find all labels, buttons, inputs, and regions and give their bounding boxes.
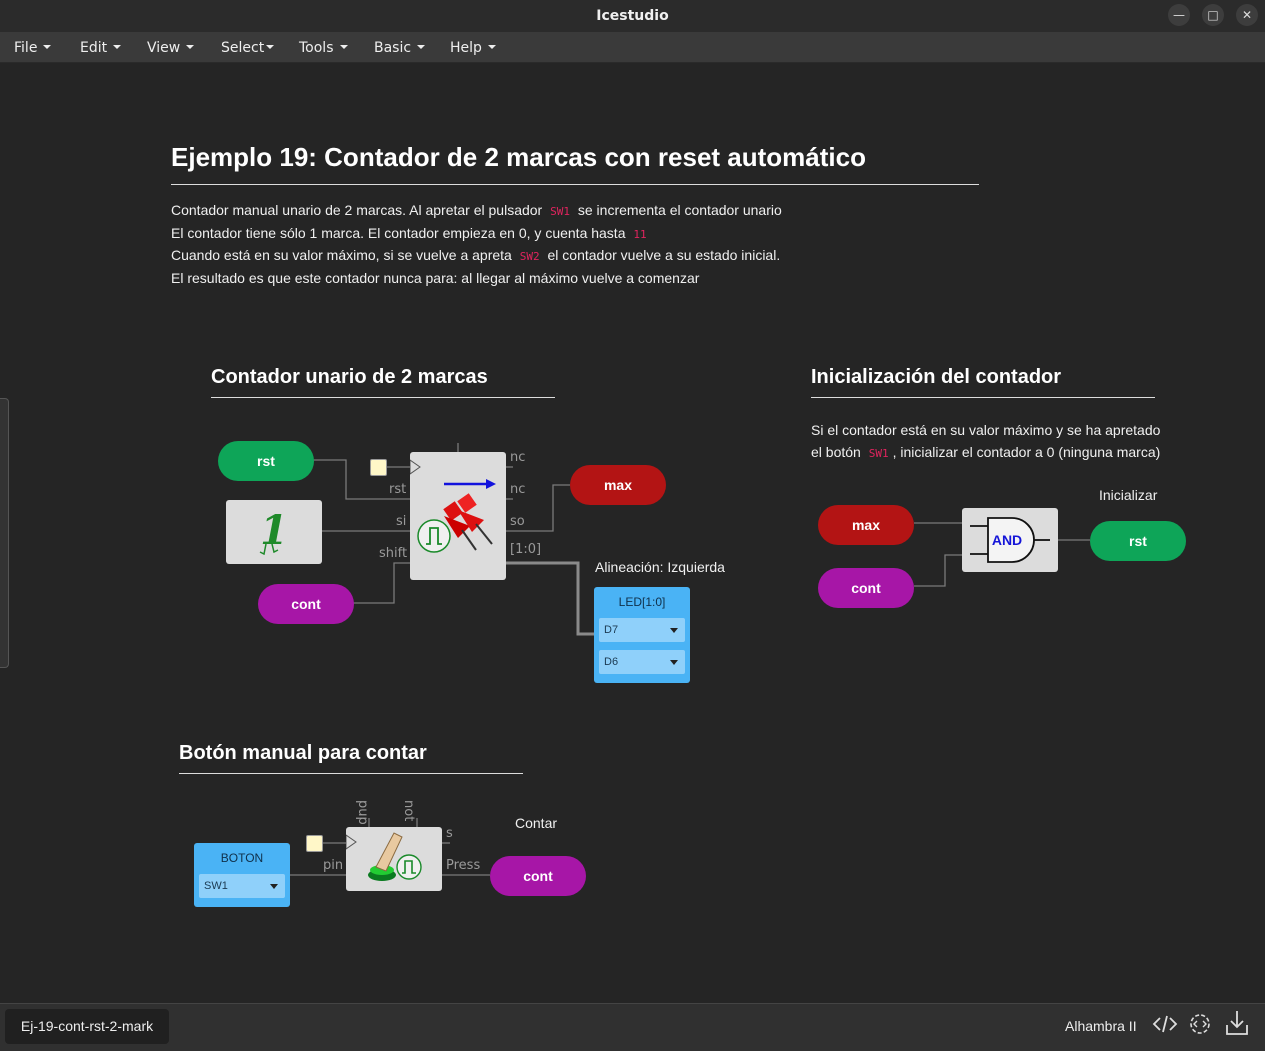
section-button-title: Botón manual para contar: [179, 742, 427, 764]
pin-label-pin: pin: [323, 858, 344, 873]
input-max[interactable]: max: [818, 505, 914, 545]
pin-label-nc-1: nc: [510, 450, 526, 465]
section-counter-divider: [211, 397, 555, 398]
chevron-down-icon: [270, 884, 278, 889]
upload-download-icon[interactable]: [1224, 1009, 1250, 1042]
title-divider: [171, 184, 979, 185]
and-gate-icon: AND: [970, 517, 1050, 563]
section-counter-title: Contador unario de 2 marcas: [211, 366, 488, 388]
section-init-divider: [811, 397, 1155, 398]
desc-line-1: Contador manual unario de 2 marcas. Al a…: [171, 202, 782, 218]
build-gear-icon[interactable]: [1187, 1011, 1213, 1042]
desc-line-3: Cuando está en su valor máximo, si se vu…: [171, 247, 781, 264]
bus-led: [506, 561, 594, 636]
button-debouncer-block[interactable]: [345, 827, 442, 891]
init-desc-line-1: Si el contador está en su valor máximo y…: [811, 422, 1161, 438]
led-select-2[interactable]: D6: [599, 650, 685, 674]
chevron-down-icon: [670, 628, 678, 633]
pin-label-bus: [1:0]: [510, 542, 542, 557]
constant-one-icon: 1: [259, 507, 288, 556]
shift-register-block[interactable]: [409, 452, 506, 580]
contar-label: Contar: [515, 815, 558, 831]
code-icon[interactable]: [1152, 1012, 1178, 1041]
file-tab[interactable]: Ej-19-cont-rst-2-mark: [5, 1009, 169, 1044]
pin-label-nc-2: nc: [510, 482, 526, 497]
wire-cont-shift: [353, 562, 410, 604]
section-button-divider: [179, 773, 523, 774]
init-output-label: Inicializar: [1099, 487, 1158, 503]
led-output-panel[interactable]: LED[1:0] D7 D6: [594, 587, 690, 683]
init-desc-line-2: el botón SW1, inicializar el contador a …: [811, 443, 1161, 460]
input-cont-2[interactable]: cont: [818, 568, 914, 608]
chevron-down-icon: [670, 660, 678, 665]
pin-label-shift: shift: [379, 546, 408, 561]
pin-label-si: si: [396, 514, 407, 529]
led-panel-title: LED[1:0]: [618, 595, 666, 609]
pin-label-not: not: [401, 800, 416, 822]
desc-line-4: El resultado es que este contador nunca …: [171, 270, 700, 287]
output-rst[interactable]: rst: [1090, 521, 1186, 561]
input-rst[interactable]: rst: [218, 441, 314, 481]
and-gate-block[interactable]: AND: [962, 508, 1058, 572]
pin-label-press: Press: [446, 858, 481, 873]
boton-panel-title: BOTON: [220, 851, 264, 865]
pin-label-rst: rst: [389, 482, 407, 497]
svg-text:1: 1: [260, 507, 288, 554]
pin-label-pup: pup: [355, 800, 370, 825]
init-description: Si el contador está en su valor máximo y…: [811, 420, 1231, 464]
boton-select[interactable]: SW1: [199, 874, 285, 898]
clock-input-square-2[interactable]: [306, 835, 323, 852]
desc-line-2: El contador tiene sólo 1 marca. El conta…: [171, 224, 647, 241]
constant-one-block[interactable]: 1: [226, 500, 322, 564]
push-button-icon: [345, 832, 422, 881]
description: Contador manual unario de 2 marcas. Al a…: [171, 200, 931, 290]
alignment-label: Alineación: Izquierda: [595, 559, 725, 575]
boton-input-panel[interactable]: BOTON SW1: [194, 843, 290, 907]
svg-text:AND: AND: [992, 532, 1022, 548]
board-selector[interactable]: Alhambra II: [1065, 1018, 1137, 1034]
wire-cont-and: [914, 554, 962, 587]
section-init-title: Inicialización del contador: [811, 366, 1062, 388]
shift-register-icon: [409, 459, 496, 553]
output-max[interactable]: max: [570, 465, 666, 505]
page-title: Ejemplo 19: Contador de 2 marcas con res…: [171, 142, 866, 172]
pin-label-so: so: [510, 514, 525, 529]
pin-label-s: s: [446, 826, 453, 841]
led-select-1[interactable]: D7: [599, 618, 685, 642]
output-cont[interactable]: cont: [490, 856, 586, 896]
input-cont[interactable]: cont: [258, 584, 354, 624]
clock-input-square[interactable]: [370, 459, 387, 476]
